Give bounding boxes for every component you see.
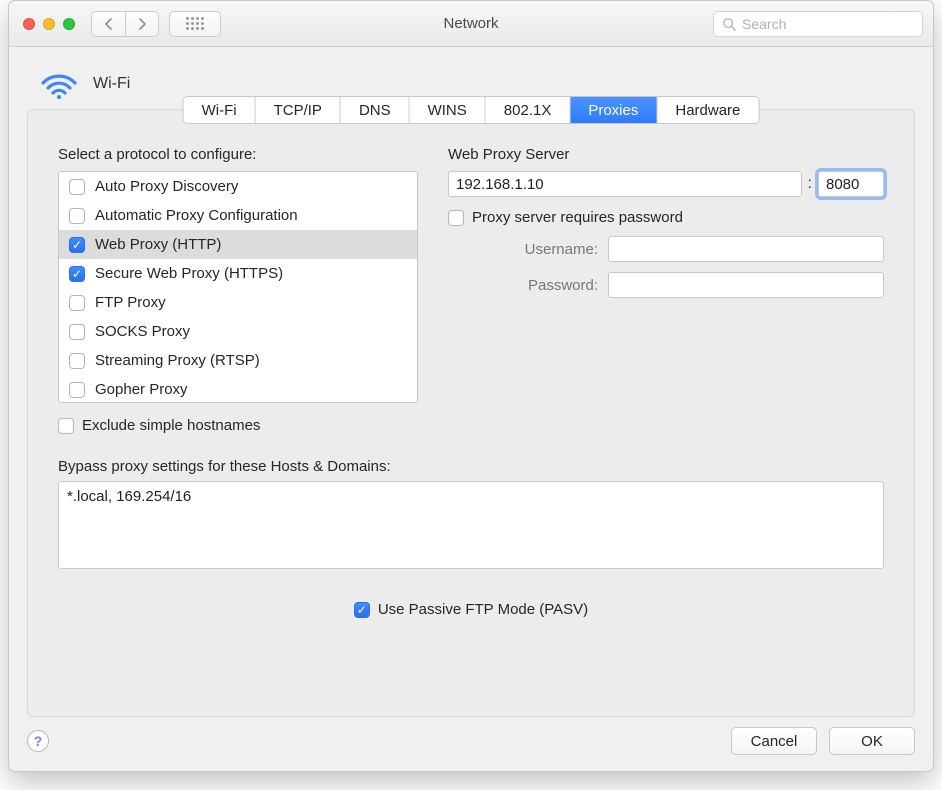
chevron-left-icon <box>104 18 113 30</box>
server-heading: Web Proxy Server <box>448 146 884 163</box>
exclude-simple-row: Exclude simple hostnames <box>58 417 418 434</box>
pasv-label: Use Passive FTP Mode (PASV) <box>378 601 588 618</box>
proxy-host-field[interactable] <box>448 171 802 197</box>
grid-icon <box>186 17 204 30</box>
checkbox[interactable] <box>69 295 85 311</box>
protocol-label: Web Proxy (HTTP) <box>95 236 221 253</box>
tab-wins[interactable]: WINS <box>410 97 486 123</box>
tab-8021x[interactable]: 802.1X <box>486 97 571 123</box>
proxy-port-field[interactable] <box>818 171 884 197</box>
tab-dns[interactable]: DNS <box>341 97 410 123</box>
protocol-item-rtsp[interactable]: Streaming Proxy (RTSP) <box>59 346 417 375</box>
requires-password-row: Proxy server requires password <box>448 209 884 226</box>
protocol-item-https[interactable]: Secure Web Proxy (HTTPS) <box>59 259 417 288</box>
checkbox[interactable] <box>69 324 85 340</box>
password-label: Password: <box>478 277 598 294</box>
username-field[interactable] <box>608 236 884 262</box>
protocol-item-ftp[interactable]: FTP Proxy <box>59 288 417 317</box>
exclude-simple-label: Exclude simple hostnames <box>82 417 260 434</box>
exclude-simple-checkbox[interactable] <box>58 418 74 434</box>
tab-proxies[interactable]: Proxies <box>570 97 657 123</box>
pasv-checkbox[interactable] <box>354 602 370 618</box>
username-label: Username: <box>478 241 598 258</box>
wifi-icon <box>39 69 79 99</box>
bypass-textarea[interactable]: *.local, 169.254/16 <box>58 481 884 569</box>
protocol-item-auto-config[interactable]: Automatic Proxy Configuration <box>59 201 417 230</box>
tabs-bar: Wi-Fi TCP/IP DNS WINS 802.1X Proxies Har… <box>183 96 760 124</box>
proxies-pane: Select a protocol to configure: Auto Pro… <box>28 110 914 716</box>
bypass-heading: Bypass proxy settings for these Hosts & … <box>58 458 884 475</box>
traffic-lights <box>23 18 75 30</box>
requires-password-label: Proxy server requires password <box>472 209 683 226</box>
checkbox[interactable] <box>69 208 85 224</box>
host-port-separator: : <box>808 175 812 193</box>
tab-wifi[interactable]: Wi-Fi <box>184 97 256 123</box>
requires-password-checkbox[interactable] <box>448 210 464 226</box>
close-button[interactable] <box>23 18 35 30</box>
protocol-label: Gopher Proxy <box>95 381 188 398</box>
protocol-label: Automatic Proxy Configuration <box>95 207 298 224</box>
protocol-label: Streaming Proxy (RTSP) <box>95 352 260 369</box>
protocol-item-gopher[interactable]: Gopher Proxy <box>59 375 417 403</box>
show-all-button[interactable] <box>169 11 221 37</box>
minimize-button[interactable] <box>43 18 55 30</box>
checkbox[interactable] <box>69 266 85 282</box>
checkbox[interactable] <box>69 353 85 369</box>
chevron-right-icon <box>138 18 147 30</box>
pasv-row: Use Passive FTP Mode (PASV) <box>58 601 884 618</box>
checkbox[interactable] <box>69 179 85 195</box>
forward-button[interactable] <box>125 11 159 37</box>
header-label: Wi-Fi <box>93 75 130 93</box>
protocol-item-auto-discovery[interactable]: Auto Proxy Discovery <box>59 172 417 201</box>
checkbox[interactable] <box>69 237 85 253</box>
protocol-label: SOCKS Proxy <box>95 323 190 340</box>
cancel-button[interactable]: Cancel <box>731 727 817 755</box>
content-frame: Wi-Fi TCP/IP DNS WINS 802.1X Proxies Har… <box>27 109 915 717</box>
password-field[interactable] <box>608 272 884 298</box>
tab-tcpip[interactable]: TCP/IP <box>256 97 341 123</box>
protocol-item-socks[interactable]: SOCKS Proxy <box>59 317 417 346</box>
search-icon <box>722 17 736 31</box>
tab-hardware[interactable]: Hardware <box>657 97 758 123</box>
nav-buttons <box>91 11 159 37</box>
window-frame: Network Search Wi-Fi Wi-Fi TCP/IP DNS WI… <box>8 0 934 772</box>
search-input[interactable]: Search <box>713 11 923 37</box>
ok-button[interactable]: OK <box>829 727 915 755</box>
protocol-heading: Select a protocol to configure: <box>58 146 418 163</box>
help-button[interactable]: ? <box>27 730 49 752</box>
checkbox[interactable] <box>69 382 85 398</box>
search-placeholder: Search <box>742 16 786 32</box>
protocol-label: Secure Web Proxy (HTTPS) <box>95 265 283 282</box>
title-bar: Network Search <box>9 1 933 47</box>
protocol-list[interactable]: Auto Proxy Discovery Automatic Proxy Con… <box>58 171 418 403</box>
zoom-button[interactable] <box>63 18 75 30</box>
protocol-item-http[interactable]: Web Proxy (HTTP) <box>59 230 417 259</box>
protocol-label: Auto Proxy Discovery <box>95 178 238 195</box>
protocol-label: FTP Proxy <box>95 294 166 311</box>
back-button[interactable] <box>91 11 125 37</box>
footer: ? Cancel OK <box>27 727 915 755</box>
